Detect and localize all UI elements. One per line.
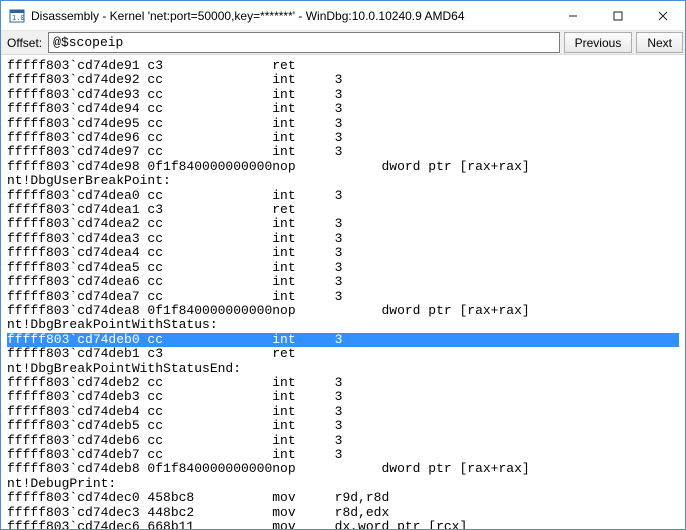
disasm-line[interactable]: fffff803`cd74de97 cc int 3: [7, 145, 679, 159]
svg-text:1.0: 1.0: [12, 14, 25, 22]
disasm-line[interactable]: fffff803`cd74de91 c3 ret: [7, 59, 679, 73]
symbol-line[interactable]: nt!DebugPrint:: [7, 477, 679, 491]
disasm-line[interactable]: fffff803`cd74dea4 cc int 3: [7, 246, 679, 260]
symbol-line[interactable]: nt!DbgBreakPointWithStatusEnd:: [7, 362, 679, 376]
symbol-line[interactable]: nt!DbgUserBreakPoint:: [7, 174, 679, 188]
previous-button[interactable]: Previous: [564, 32, 633, 53]
disasm-line[interactable]: fffff803`cd74dec0 458bc8 mov r9d,r8d: [7, 491, 679, 505]
toolbar: Offset: Previous Next: [1, 31, 685, 55]
disasm-line[interactable]: fffff803`cd74deb4 cc int 3: [7, 405, 679, 419]
disasm-line[interactable]: fffff803`cd74de94 cc int 3: [7, 102, 679, 116]
disasm-line[interactable]: fffff803`cd74dea7 cc int 3: [7, 290, 679, 304]
window-controls: [550, 1, 685, 30]
titlebar[interactable]: 1.0 Disassembly - Kernel 'net:port=50000…: [1, 1, 685, 31]
disasm-line[interactable]: fffff803`cd74deb2 cc int 3: [7, 376, 679, 390]
close-button[interactable]: [640, 1, 685, 30]
disasm-line[interactable]: fffff803`cd74de93 cc int 3: [7, 88, 679, 102]
disasm-line[interactable]: fffff803`cd74de92 cc int 3: [7, 73, 679, 87]
disasm-line[interactable]: fffff803`cd74deb6 cc int 3: [7, 434, 679, 448]
offset-label: Offset:: [1, 31, 46, 54]
disasm-line[interactable]: fffff803`cd74dea5 cc int 3: [7, 261, 679, 275]
disasm-line[interactable]: fffff803`cd74de98 0f1f840000000000nop dw…: [7, 160, 679, 174]
disasm-line[interactable]: fffff803`cd74dea3 cc int 3: [7, 232, 679, 246]
disasm-line[interactable]: fffff803`cd74dea2 cc int 3: [7, 217, 679, 231]
disasm-line[interactable]: fffff803`cd74deb1 c3 ret: [7, 347, 679, 361]
offset-input[interactable]: [48, 32, 559, 53]
minimize-button[interactable]: [550, 1, 595, 30]
disasm-line[interactable]: fffff803`cd74dea1 c3 ret: [7, 203, 679, 217]
disasm-line[interactable]: fffff803`cd74deb5 cc int 3: [7, 419, 679, 433]
symbol-line[interactable]: nt!DbgBreakPointWithStatus:: [7, 318, 679, 332]
disasm-line[interactable]: fffff803`cd74de96 cc int 3: [7, 131, 679, 145]
disasm-line[interactable]: fffff803`cd74deb0 cc int 3: [7, 333, 679, 347]
disasm-line[interactable]: fffff803`cd74deb7 cc int 3: [7, 448, 679, 462]
disasm-line[interactable]: fffff803`cd74dec3 448bc2 mov r8d,edx: [7, 506, 679, 520]
maximize-button[interactable]: [595, 1, 640, 30]
disasm-line[interactable]: fffff803`cd74deb3 cc int 3: [7, 390, 679, 404]
window-title: Disassembly - Kernel 'net:port=50000,key…: [31, 9, 550, 23]
disasm-line[interactable]: fffff803`cd74dea8 0f1f840000000000nop dw…: [7, 304, 679, 318]
app-icon: 1.0: [9, 8, 25, 24]
disassembly-window: 1.0 Disassembly - Kernel 'net:port=50000…: [0, 0, 686, 530]
disasm-line[interactable]: fffff803`cd74dec6 668b11 mov dx,word ptr…: [7, 520, 679, 529]
disasm-line[interactable]: fffff803`cd74de95 cc int 3: [7, 117, 679, 131]
disassembly-listing[interactable]: fffff803`cd74de91 c3 retfffff803`cd74de9…: [1, 55, 685, 529]
disasm-line[interactable]: fffff803`cd74deb8 0f1f840000000000nop dw…: [7, 462, 679, 476]
disasm-line[interactable]: fffff803`cd74dea0 cc int 3: [7, 189, 679, 203]
disasm-line[interactable]: fffff803`cd74dea6 cc int 3: [7, 275, 679, 289]
next-button[interactable]: Next: [636, 32, 683, 53]
